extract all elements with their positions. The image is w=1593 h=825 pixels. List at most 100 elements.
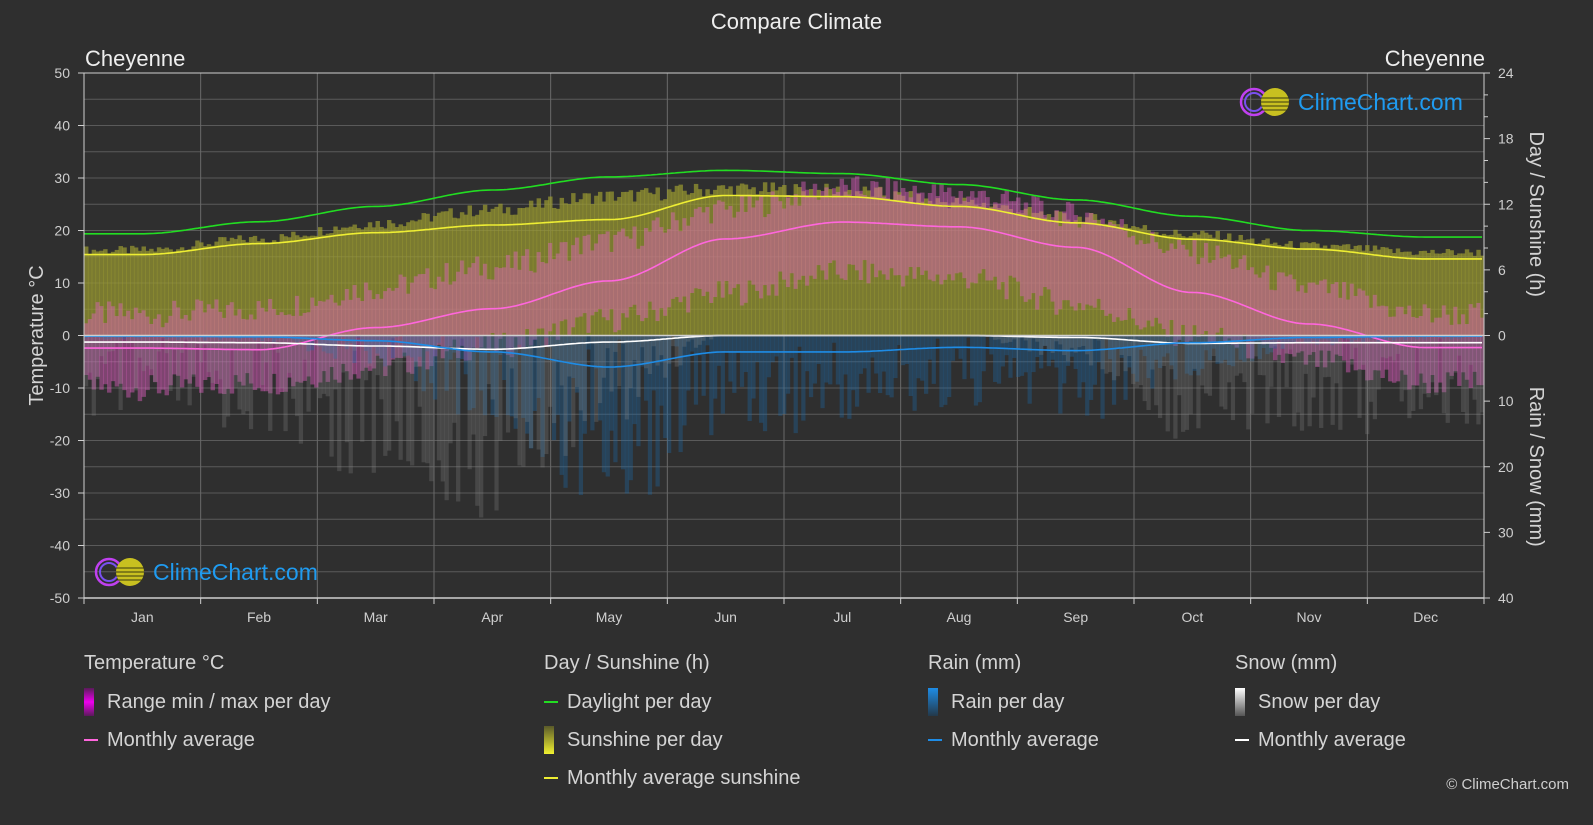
rain-day-bar <box>924 335 929 394</box>
month-label: Nov <box>1297 609 1322 625</box>
rain-day-bar <box>931 335 936 384</box>
snow-day-bar <box>578 335 584 411</box>
legend-item: Monthly average <box>928 728 1099 752</box>
snow-day-bar <box>1246 335 1251 430</box>
snow-day-bar <box>1219 335 1224 407</box>
temp-range-day-bar <box>690 217 695 293</box>
temp-range-day-bar <box>436 276 442 345</box>
temp-range-day-bar <box>275 315 281 395</box>
temp-range-day-bar <box>1437 317 1443 383</box>
snow-day-bar <box>1065 335 1071 362</box>
temp-range-day-bar <box>686 225 691 313</box>
temp-range-day-bar <box>893 181 898 276</box>
rain-day-bar <box>893 335 898 379</box>
snow-day-bar <box>398 335 403 460</box>
temp-range-day-bar <box>993 202 998 277</box>
snow-day-bar <box>1115 335 1121 377</box>
temp-range-day-bar <box>755 200 760 291</box>
snow-day-bar <box>628 335 633 388</box>
rain-day-bar <box>720 335 725 414</box>
rain-swatch <box>928 688 938 716</box>
snow-day-bar <box>678 335 683 366</box>
snow-day-bar <box>1299 335 1305 431</box>
rain-day-bar <box>759 335 764 423</box>
temp-range-day-bar <box>743 211 749 303</box>
rain-day-bar <box>885 335 890 396</box>
snow-day-bar <box>364 335 369 381</box>
temp-range-day-bar <box>651 220 657 310</box>
snow-day-bar <box>187 335 192 406</box>
snow-day-bar <box>1276 335 1282 417</box>
temp-range-day-bar <box>513 251 519 338</box>
temp-range-day-bar <box>1019 210 1025 297</box>
logo-bottom[interactable]: ClimeChart.com <box>93 556 318 588</box>
rain-day-bar <box>770 335 775 363</box>
temp-range-day-bar <box>1077 227 1082 304</box>
temp-range-day-bar <box>252 319 258 390</box>
temp-range-day-bar <box>636 248 641 316</box>
snow-day-bar <box>237 335 242 410</box>
temp-range-day-bar <box>1169 243 1174 321</box>
sunshine-day-bar <box>1449 250 1454 336</box>
temp-range-day-bar <box>1069 203 1075 307</box>
temp-range-day-bar <box>1142 243 1148 328</box>
left-tick-label: -50 <box>50 590 70 606</box>
snow-day-bar <box>571 335 576 448</box>
rain-day-bar <box>981 335 986 372</box>
snow-day-bar <box>1257 335 1262 376</box>
rain-day-bar <box>785 335 791 394</box>
snow-day-bar <box>1165 335 1170 432</box>
snow-day-bar <box>1100 335 1105 370</box>
snow-day-bar <box>87 335 93 373</box>
logo-top[interactable]: ClimeChart.com <box>1238 86 1463 118</box>
temp-range-day-bar <box>613 234 618 333</box>
temp-range-day-bar <box>1211 259 1217 342</box>
temp-range-day-bar <box>1104 226 1109 316</box>
left-tick-label: -10 <box>50 380 70 396</box>
snow-day-bar <box>1161 335 1167 366</box>
city-label-left: Cheyenne <box>85 46 186 71</box>
snow-day-bar <box>636 335 641 397</box>
temp-range-day-bar <box>1207 262 1213 345</box>
left-axis-title: Temperature °C <box>26 265 48 405</box>
temp-range-day-bar <box>931 184 937 282</box>
snow-day-bar <box>107 335 112 352</box>
snow-day-bar <box>1365 335 1370 435</box>
temp-range-day-bar <box>1154 242 1159 318</box>
right-top-tick-label: 24 <box>1498 65 1514 81</box>
rain-day-bar <box>962 335 967 380</box>
month-label: Jul <box>833 609 851 625</box>
snow-day-bar <box>241 335 246 415</box>
snow-day-bar <box>383 335 388 456</box>
temp-range-day-bar <box>122 316 127 391</box>
rain-day-bar <box>943 335 948 405</box>
temp-range-day-bar <box>1031 195 1036 294</box>
snow-day-bar <box>617 335 622 387</box>
snow-day-bar <box>425 335 430 464</box>
temp-range-day-bar <box>548 242 553 332</box>
temp-range-day-bar <box>839 178 845 279</box>
rain-day-bar <box>835 335 841 385</box>
snow-day-bar <box>99 335 104 357</box>
right-bottom-axis-title: Rain / Snow (mm) <box>1525 387 1547 547</box>
temp-range-day-bar <box>732 217 737 288</box>
temp-range-day-bar <box>1073 215 1079 311</box>
rain-day-bar <box>766 335 771 378</box>
temp-range-day-bar <box>1065 202 1071 301</box>
temp-range-day-bar <box>1342 282 1347 361</box>
snow-day-bar <box>1188 335 1193 415</box>
temp-range-day-bar <box>164 322 169 396</box>
snow-day-bar <box>360 335 365 442</box>
snow-day-bar <box>647 335 653 375</box>
month-label: Jun <box>714 609 737 625</box>
snow-day-bar <box>294 335 300 417</box>
snow-day-bar <box>329 335 334 457</box>
snow-day-bar <box>164 335 169 354</box>
temp-range-day-bar <box>1123 230 1128 320</box>
temp-range-day-bar <box>720 201 726 298</box>
rain-day-bar <box>743 335 748 373</box>
temp-range-day-bar <box>770 191 776 285</box>
snow-day-bar <box>490 335 495 400</box>
temp-range-day-bar <box>1092 219 1098 308</box>
temp-range-day-bar <box>947 187 952 275</box>
